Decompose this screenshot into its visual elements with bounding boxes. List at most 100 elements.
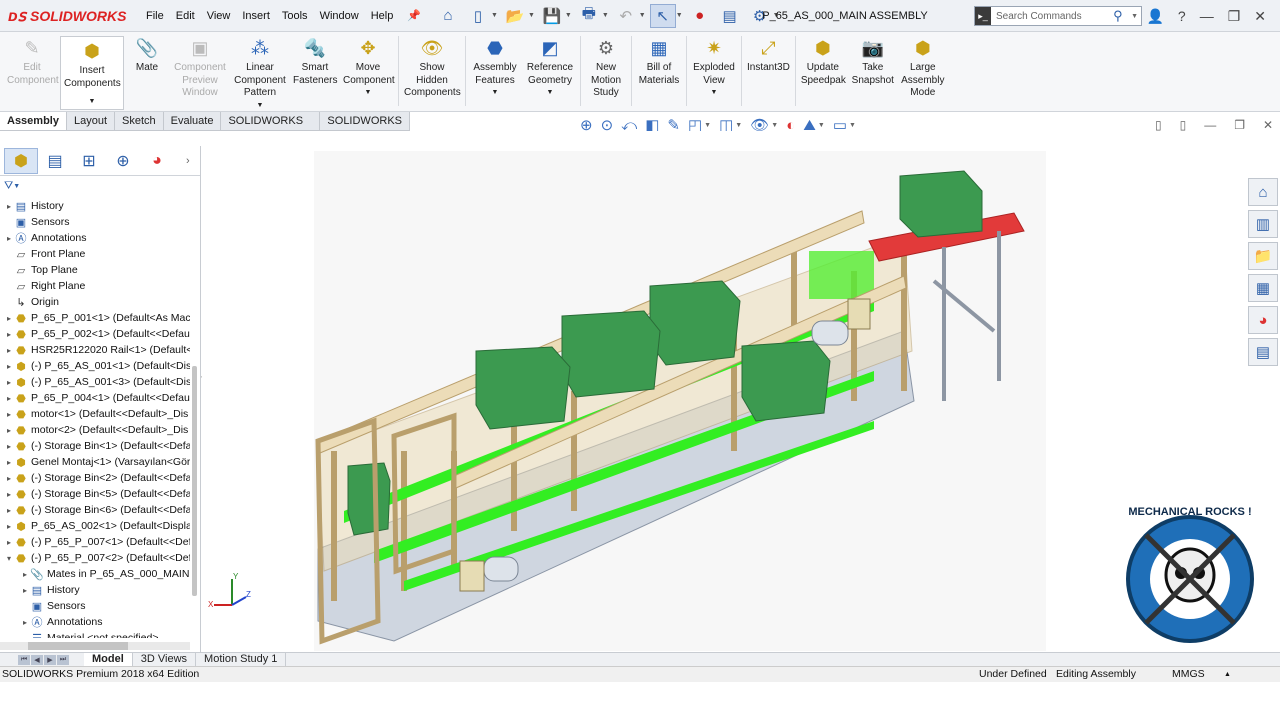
- tree-item[interactable]: ☰Material <not specified>: [0, 630, 190, 638]
- expand-arrow-icon[interactable]: ▸: [4, 490, 14, 499]
- expand-arrow-icon[interactable]: ▸: [4, 538, 14, 547]
- tree-item[interactable]: ▸ ⬣ (-) Storage Bin<2> (Default<<Defa: [0, 470, 190, 486]
- reference-geometry-dropdown-icon[interactable]: ▼: [547, 87, 554, 100]
- tree-item[interactable]: ▸ ⬣ (-) Storage Bin<6> (Default<<Defa: [0, 502, 190, 518]
- mate-button[interactable]: 📎 Mate: [124, 36, 170, 75]
- search-icon[interactable]: ⚲: [1113, 8, 1131, 24]
- solidworks-resources-icon[interactable]: ⌂: [1248, 178, 1278, 206]
- expand-arrow-icon[interactable]: ▸: [20, 618, 30, 627]
- tree-item[interactable]: ▱ Front Plane: [0, 246, 190, 262]
- undo-dropdown-icon[interactable]: ▼: [639, 12, 646, 19]
- menu-window[interactable]: Window: [314, 10, 365, 22]
- show-hidden-components-button[interactable]: 👁 Show Hidden Components: [401, 36, 463, 100]
- expand-arrow-icon[interactable]: ▸: [4, 202, 14, 211]
- tree-item[interactable]: ▸ ⬢ Genel Montaj<1> (Varsayılan<Görü: [0, 454, 190, 470]
- bill-of-materials-button[interactable]: ▦ Bill of Materials: [634, 36, 684, 87]
- expand-arrow-icon[interactable]: ▸: [4, 442, 14, 451]
- linear-pattern-dropdown-icon[interactable]: ▼: [257, 100, 264, 113]
- tab-evaluate[interactable]: Evaluate: [164, 112, 222, 130]
- hide-show-dropdown-icon[interactable]: ▼: [771, 122, 778, 129]
- units-dropdown-icon[interactable]: ▲: [1224, 667, 1231, 682]
- select-dropdown-icon[interactable]: ▼: [676, 12, 683, 19]
- undo-icon[interactable]: ↶: [613, 4, 639, 28]
- appearances-icon[interactable]: ◕: [1248, 306, 1278, 334]
- expand-arrow-icon[interactable]: ▸: [4, 234, 14, 243]
- last-tab-icon[interactable]: ⏭: [57, 654, 69, 665]
- large-assembly-mode-button[interactable]: ⬢ Large Assembly Mode: [898, 36, 948, 100]
- smart-fasteners-button[interactable]: 🔩 Smart Fasteners: [290, 36, 340, 87]
- help-icon[interactable]: ?: [1178, 8, 1186, 24]
- tree-item[interactable]: ▸ ⬣ (-) Storage Bin<5> (Default<<Defa: [0, 486, 190, 502]
- tree-item[interactable]: ▱ Right Plane: [0, 278, 190, 294]
- tree-item[interactable]: ▸ ⬣ P_65_P_002<1> (Default<<Default: [0, 326, 190, 342]
- move-component-button[interactable]: ✥ Move Component ▼: [340, 36, 396, 100]
- custom-properties-icon[interactable]: ▤: [1248, 338, 1278, 366]
- display-manager-tab-icon[interactable]: ◕: [140, 148, 174, 174]
- more-tabs-chevron-icon[interactable]: ›: [186, 155, 190, 167]
- tab-3d-views[interactable]: 3D Views: [133, 653, 197, 666]
- expand-arrow-icon[interactable]: ▸: [4, 378, 14, 387]
- tree-item[interactable]: ▸ ⬣ P_65_P_004<1> (Default<<Default: [0, 390, 190, 406]
- print-icon[interactable]: 🖶: [576, 4, 602, 28]
- exploded-view-dropdown-icon[interactable]: ▼: [711, 87, 718, 100]
- insert-components-button[interactable]: ⬢ Insert Components ▼: [60, 36, 124, 110]
- tree-item[interactable]: ▸ ⬣ (-) Storage Bin<1> (Default<<Defa: [0, 438, 190, 454]
- tree-item[interactable]: ▸ ⬣ P_65_P_001<1> (Default<As Machi: [0, 310, 190, 326]
- tab-model[interactable]: Model: [84, 653, 133, 666]
- prev-tab-icon[interactable]: ◀: [31, 654, 43, 665]
- tree-item[interactable]: ▸ ⬣ HSR25R122020 Rail<1> (Default<<: [0, 342, 190, 358]
- tree-filter[interactable]: ⛛ ▼: [0, 176, 200, 196]
- expand-arrow-icon[interactable]: ▾: [4, 554, 14, 563]
- expand-arrow-icon[interactable]: ▸: [4, 314, 14, 323]
- tree-vertical-scrollbar[interactable]: [192, 366, 197, 596]
- expand-arrow-icon[interactable]: ▸: [20, 586, 30, 595]
- menu-help[interactable]: Help: [365, 10, 400, 22]
- tree-item[interactable]: ▸ ⬣ (-) P_65_P_007<1> (Default<<Defa: [0, 534, 190, 550]
- view-orientation-dropdown-icon[interactable]: ▼: [704, 122, 711, 129]
- viewport-right-icon[interactable]: ▯: [1180, 118, 1187, 132]
- graphics-area[interactable]: Y X Z MECHANICAL ROCKS !: [202, 131, 1254, 652]
- tab-layout[interactable]: Layout: [67, 112, 116, 130]
- tree-item[interactable]: ▸ 📎 Mates in P_65_AS_000_MAIN AS: [0, 566, 190, 582]
- minimize-icon[interactable]: —: [1200, 8, 1214, 24]
- menu-insert[interactable]: Insert: [236, 10, 276, 22]
- viewport-close-icon[interactable]: ✕: [1263, 118, 1273, 132]
- tree-item[interactable]: ▸ ⬢ (-) P_65_AS_001<1> (Default<Displ: [0, 358, 190, 374]
- scene-dropdown-icon[interactable]: ▼: [818, 122, 825, 129]
- file-explorer-icon[interactable]: 📁: [1248, 242, 1278, 270]
- linear-component-pattern-button[interactable]: ⁂ Linear Component Pattern ▼: [230, 36, 290, 112]
- filter-funnel-icon[interactable]: ⛛: [4, 180, 13, 193]
- display-style-dropdown-icon[interactable]: ▼: [735, 122, 742, 129]
- menu-view[interactable]: View: [201, 10, 237, 22]
- tree-item[interactable]: ▸ ⬢ P_65_AS_002<1> (Default<Display: [0, 518, 190, 534]
- save-dropdown-icon[interactable]: ▼: [565, 12, 572, 19]
- tree-item[interactable]: ▣ Sensors: [0, 598, 190, 614]
- expand-arrow-icon[interactable]: ▸: [20, 570, 30, 579]
- expand-arrow-icon[interactable]: ▸: [4, 394, 14, 403]
- close-icon[interactable]: ✕: [1254, 8, 1266, 25]
- select-pointer-icon[interactable]: ↖: [649, 3, 676, 28]
- tab-sketch[interactable]: Sketch: [115, 112, 164, 130]
- tab-solidworks-mbd[interactable]: SOLIDWORKS MBD: [320, 112, 410, 145]
- tab-motion-study-1[interactable]: Motion Study 1: [196, 653, 287, 666]
- tree-item[interactable]: ▸ ⬣ motor<2> (Default<<Default>_Dis: [0, 422, 190, 438]
- open-dropdown-icon[interactable]: ▼: [528, 12, 535, 19]
- configuration-manager-tab-icon[interactable]: ⊞: [72, 148, 106, 174]
- new-dropdown-icon[interactable]: ▼: [491, 12, 498, 19]
- filter-dropdown-icon[interactable]: ▼: [13, 183, 20, 190]
- menu-file[interactable]: File: [140, 10, 170, 22]
- take-snapshot-button[interactable]: 📷 Take Snapshot: [848, 36, 898, 87]
- tree-horizontal-scrollbar[interactable]: [0, 642, 190, 650]
- tree-item[interactable]: ▸ ▤ History: [0, 582, 190, 598]
- tree-item[interactable]: ▸ Ⓐ Annotations: [0, 614, 190, 630]
- viewport-restore-icon[interactable]: ❐: [1234, 118, 1245, 132]
- rebuild-traffic-light-icon[interactable]: ●: [687, 4, 713, 28]
- view-palette-icon[interactable]: ▦: [1248, 274, 1278, 302]
- print-dropdown-icon[interactable]: ▼: [602, 12, 609, 19]
- user-icon[interactable]: 👤: [1146, 8, 1163, 25]
- new-motion-study-button[interactable]: ⚙ New Motion Study: [583, 36, 629, 100]
- component-preview-button[interactable]: ▣ Component Preview Window: [170, 36, 230, 100]
- expand-arrow-icon[interactable]: ▸: [4, 410, 14, 419]
- dimxpert-manager-tab-icon[interactable]: ⊕: [106, 148, 140, 174]
- expand-arrow-icon[interactable]: ▸: [4, 522, 14, 531]
